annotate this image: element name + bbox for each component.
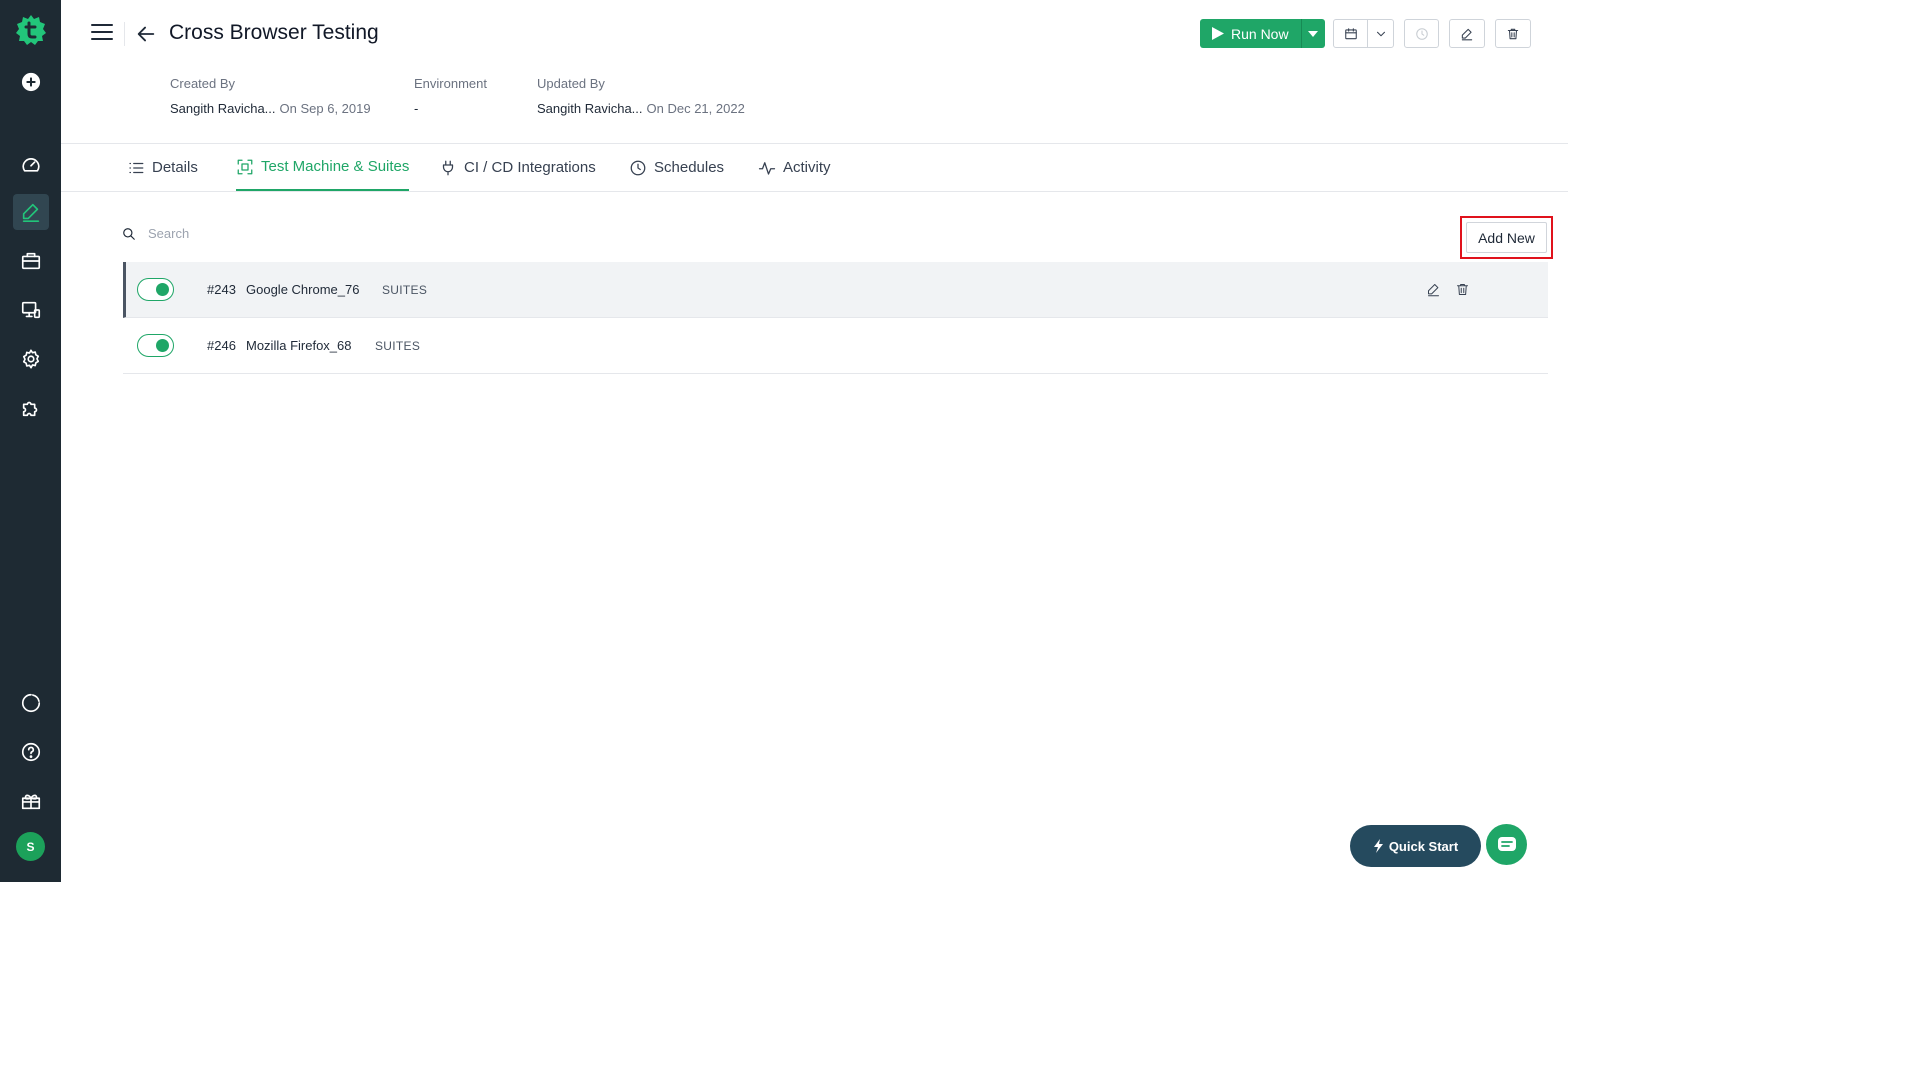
- tab-test-machine-suites[interactable]: Test Machine & Suites: [236, 144, 410, 191]
- tab-ci-cd-integrations-label: CI / CD Integrations: [464, 159, 596, 176]
- row-actions: [1426, 282, 1484, 298]
- tab-details-label: Details: [152, 159, 198, 176]
- updated-by-meta: Updated By Sangith Ravicha... On Dec 21, …: [537, 76, 745, 116]
- play-icon: [1212, 27, 1224, 40]
- environment-label: Environment: [414, 76, 487, 91]
- settings-gear-icon[interactable]: [13, 341, 49, 377]
- test-development-icon[interactable]: [13, 194, 49, 230]
- row-tag: SUITES: [375, 338, 421, 353]
- schedule-button-group: [1333, 19, 1394, 48]
- created-by-name: Sangith Ravicha...: [170, 101, 276, 116]
- run-now-dropdown-button[interactable]: [1300, 19, 1325, 48]
- user-avatar[interactable]: S: [16, 832, 45, 861]
- enable-toggle[interactable]: [137, 278, 174, 301]
- tab-activity-label: Activity: [783, 159, 831, 176]
- tab-ci-cd-integrations[interactable]: CI / CD Integrations: [439, 144, 596, 191]
- machine-icon: [237, 159, 253, 174]
- sidebar: S: [0, 0, 61, 882]
- search-input[interactable]: [148, 226, 448, 241]
- updated-on-date: On Dec 21, 2022: [646, 101, 745, 116]
- search-icon: [123, 227, 135, 240]
- pencil-icon: [1461, 28, 1473, 40]
- tab-activity[interactable]: Activity: [758, 144, 831, 191]
- run-now-button[interactable]: Run Now: [1200, 19, 1301, 48]
- table-row[interactable]: #246 Mozilla Firefox_68 SUITES: [123, 318, 1548, 374]
- dashboard-icon[interactable]: [13, 145, 49, 181]
- back-arrow-icon[interactable]: [135, 23, 159, 47]
- plug-icon: [442, 160, 454, 175]
- quick-start-button[interactable]: Quick Start: [1350, 825, 1481, 867]
- loading-status-icon[interactable]: [13, 685, 49, 721]
- enable-toggle[interactable]: [137, 334, 174, 357]
- row-name: Google Chrome_76: [246, 282, 360, 297]
- toggle-knob: [156, 339, 169, 352]
- table-row[interactable]: #243 Google Chrome_76 SUITES: [123, 262, 1548, 318]
- caret-down-icon: [1308, 30, 1319, 37]
- header-divider: [124, 22, 125, 46]
- tab-test-machine-suites-label: Test Machine & Suites: [261, 158, 410, 175]
- app-logo[interactable]: [15, 14, 47, 46]
- tab-schedules[interactable]: Schedules: [629, 144, 724, 191]
- trash-icon: [1507, 28, 1519, 39]
- create-new-icon[interactable]: [13, 64, 49, 100]
- chat-bubble-icon: [1497, 836, 1516, 851]
- tab-details[interactable]: Details: [127, 144, 198, 191]
- run-now-group: Run Now: [1200, 19, 1325, 48]
- test-machines-icon[interactable]: [13, 292, 49, 328]
- environment-meta: Environment -: [414, 76, 487, 116]
- page-header: Cross Browser Testing Created By Sangith…: [61, 0, 1568, 144]
- add-new-button[interactable]: Add New: [1466, 222, 1547, 253]
- activity-icon: [758, 161, 776, 175]
- row-tag: SUITES: [382, 282, 428, 297]
- clock-icon: [630, 160, 646, 175]
- row-id: #243: [207, 282, 236, 297]
- menu-hamburger-icon[interactable]: [91, 24, 113, 42]
- created-on-date: On Sep 6, 2019: [279, 101, 371, 116]
- briefcase-icon[interactable]: [13, 243, 49, 279]
- gift-icon[interactable]: [13, 783, 49, 819]
- tab-schedules-label: Schedules: [654, 159, 725, 176]
- history-button[interactable]: [1404, 19, 1439, 48]
- delete-plan-button[interactable]: [1495, 19, 1531, 48]
- edit-plan-button[interactable]: [1449, 19, 1485, 48]
- run-now-label: Run Now: [1231, 25, 1289, 42]
- updated-by-value: Sangith Ravicha... On Dec 21, 2022: [537, 101, 745, 116]
- created-by-meta: Created By Sangith Ravicha... On Sep 6, 2…: [170, 76, 371, 116]
- search-bar: [122, 226, 448, 241]
- updated-by-label: Updated By: [537, 76, 605, 91]
- quick-start-label: Quick Start: [1388, 838, 1459, 854]
- chat-button[interactable]: [1486, 824, 1527, 865]
- toggle-knob: [156, 283, 169, 296]
- page-title: Cross Browser Testing: [169, 21, 379, 44]
- help-question-icon[interactable]: [13, 734, 49, 770]
- pencil-icon: [1428, 284, 1439, 297]
- list-icon: [129, 162, 144, 173]
- environment-value: -: [414, 101, 419, 116]
- addons-puzzle-icon[interactable]: [13, 390, 49, 426]
- clock-history-icon: [1415, 27, 1428, 40]
- calendar-icon: [1344, 27, 1357, 39]
- tab-bar: Details Test Machine & Suites CI / CD In…: [61, 144, 1568, 192]
- row-id: #246: [207, 338, 236, 353]
- row-delete-button[interactable]: [1455, 282, 1471, 298]
- lightning-icon: [1373, 839, 1383, 853]
- row-name: Mozilla Firefox_68: [246, 338, 352, 353]
- chevron-down-icon: [1376, 31, 1385, 36]
- created-by-label: Created By: [170, 76, 236, 91]
- trash-icon: [1457, 284, 1468, 295]
- row-edit-button[interactable]: [1426, 282, 1442, 298]
- created-by-value: Sangith Ravicha... On Sep 6, 2019: [170, 101, 371, 116]
- schedule-calendar-button[interactable]: [1334, 20, 1368, 47]
- schedule-dropdown-button[interactable]: [1368, 20, 1393, 47]
- updated-by-name: Sangith Ravicha...: [537, 101, 643, 116]
